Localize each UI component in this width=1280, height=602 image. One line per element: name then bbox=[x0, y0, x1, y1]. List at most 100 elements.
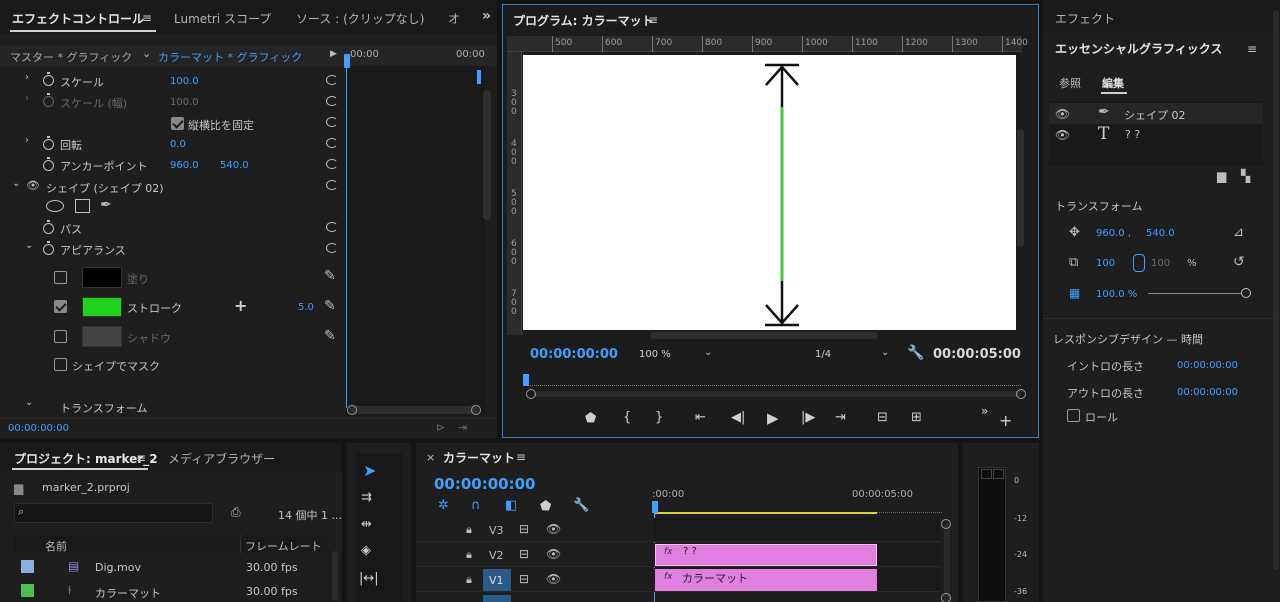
link-icon[interactable] bbox=[1133, 254, 1145, 272]
mini-timeline-area[interactable] bbox=[345, 66, 485, 416]
tab-overflow[interactable]: オ bbox=[448, 10, 460, 27]
menu-icon[interactable]: ≡ bbox=[136, 452, 146, 464]
stopwatch-icon[interactable] bbox=[43, 157, 54, 171]
source-patch-v0[interactable] bbox=[483, 595, 511, 602]
stopwatch-icon[interactable] bbox=[43, 241, 54, 255]
menu-icon[interactable]: ≡ bbox=[648, 14, 658, 26]
tab-browse[interactable]: 参照 bbox=[1059, 75, 1081, 91]
menu-icon[interactable]: ≡ bbox=[142, 12, 152, 24]
expand-arrow-icon[interactable]: › bbox=[25, 93, 29, 104]
stroke-width-value[interactable]: 5.0 bbox=[298, 302, 314, 313]
master-label[interactable]: マスター * グラフィック bbox=[10, 49, 132, 65]
program-timebar[interactable] bbox=[527, 378, 1021, 386]
tab-edit[interactable]: 編集 bbox=[1102, 75, 1124, 91]
new-layer-icon[interactable]: ▚ bbox=[1241, 169, 1250, 183]
eyedropper-icon[interactable]: ✎ bbox=[324, 268, 336, 284]
play-triangle-icon[interactable]: ▶ bbox=[330, 49, 337, 59]
column-fps[interactable]: フレームレート bbox=[245, 538, 322, 554]
filter-icon[interactable]: ⊳ bbox=[436, 421, 445, 434]
settings-wrench-icon[interactable]: 🔧 bbox=[573, 498, 589, 514]
more-controls-icon[interactable]: » bbox=[981, 403, 988, 419]
collapse-arrow-icon[interactable]: ⌄ bbox=[25, 397, 33, 408]
new-bin-icon[interactable]: ⎙ bbox=[231, 505, 241, 520]
tab-effects[interactable]: エフェクト bbox=[1055, 10, 1115, 27]
uniform-scale-checkbox[interactable] bbox=[171, 117, 184, 130]
rectangle-tool-icon[interactable] bbox=[75, 199, 90, 213]
chevron-down-icon[interactable]: ⌄ bbox=[704, 347, 712, 358]
chevron-down-icon[interactable]: ⌄ bbox=[881, 347, 889, 358]
rotate-icon[interactable]: ↺ bbox=[1233, 254, 1245, 270]
extract-icon[interactable]: ⊞ bbox=[911, 410, 922, 426]
export-icon[interactable]: ⇥ bbox=[458, 421, 467, 434]
stopwatch-icon[interactable] bbox=[43, 136, 54, 150]
add-marker-icon[interactable]: ⬟ bbox=[540, 499, 551, 515]
program-playhead[interactable] bbox=[523, 374, 529, 386]
scale-width-value[interactable]: 100 bbox=[1151, 258, 1170, 269]
mini-playhead-head[interactable] bbox=[344, 54, 350, 68]
shadow-swatch[interactable] bbox=[82, 326, 122, 347]
layer-shape-label[interactable]: シェイプ 02 bbox=[1124, 107, 1186, 123]
tab-media-browser[interactable]: メディアブラウザー bbox=[168, 450, 275, 467]
position-y-value[interactable]: 540.0 bbox=[1146, 228, 1175, 239]
collapse-arrow-icon[interactable]: ⌄ bbox=[12, 178, 20, 189]
opacity-value[interactable]: 100.0 % bbox=[1096, 289, 1137, 300]
clip-label[interactable]: カラーマット * グラフィック bbox=[158, 49, 302, 65]
scroll-handle-bottom[interactable] bbox=[941, 593, 951, 602]
roll-checkbox[interactable] bbox=[1067, 409, 1080, 422]
sync-lock-icon[interactable]: ⊟ bbox=[519, 572, 529, 586]
work-area-bar[interactable] bbox=[654, 512, 877, 514]
selection-tool-icon[interactable]: ➤ bbox=[363, 463, 376, 479]
fill-swatch[interactable] bbox=[82, 267, 122, 288]
anchor-x-value[interactable]: 960.0 bbox=[170, 160, 199, 171]
project-search-input[interactable] bbox=[14, 503, 213, 523]
zoom-select[interactable]: 100 % bbox=[639, 349, 671, 360]
lift-icon[interactable]: ⊟ bbox=[877, 410, 888, 426]
menu-icon[interactable]: ≡ bbox=[1247, 43, 1257, 55]
program-timecode[interactable]: 00:00:00:00 bbox=[530, 347, 618, 362]
sync-lock-icon[interactable]: ⊟ bbox=[519, 522, 529, 536]
eyedropper-icon[interactable]: ✎ bbox=[324, 298, 336, 314]
step-forward-icon[interactable]: |▶ bbox=[801, 410, 815, 426]
scroll-handle-right[interactable] bbox=[1016, 389, 1026, 399]
eye-icon[interactable]: 👁 bbox=[1055, 107, 1070, 121]
lock-icon[interactable]: 🔒︎ bbox=[466, 573, 472, 587]
layer-text-label[interactable]: ? ? bbox=[1125, 128, 1140, 141]
position-x-value[interactable]: 960.0 , bbox=[1096, 228, 1131, 239]
collapse-arrow-icon[interactable]: ⌄ bbox=[25, 240, 33, 251]
go-to-in-icon[interactable]: ⇤ bbox=[695, 410, 706, 426]
nest-toggle-icon[interactable]: ✲ bbox=[438, 498, 449, 514]
opacity-slider-thumb[interactable] bbox=[1241, 288, 1251, 298]
eye-icon[interactable]: 👁 bbox=[26, 179, 40, 192]
add-button-icon[interactable]: + bbox=[999, 413, 1012, 429]
opacity-slider-track[interactable] bbox=[1148, 293, 1246, 294]
intro-value[interactable]: 00:00:00:00 bbox=[1177, 360, 1238, 371]
expand-arrow-icon[interactable]: › bbox=[25, 135, 29, 146]
reset-icon[interactable] bbox=[326, 138, 338, 148]
ellipse-tool-icon[interactable] bbox=[46, 200, 64, 212]
reset-icon[interactable] bbox=[326, 159, 338, 169]
program-canvas[interactable] bbox=[523, 55, 1016, 330]
add-marker-icon[interactable]: ⬟ bbox=[585, 411, 596, 427]
chevron-down-icon[interactable]: ⌄ bbox=[142, 47, 151, 60]
reset-icon[interactable] bbox=[326, 222, 338, 232]
program-hscroll[interactable] bbox=[650, 332, 878, 339]
snap-icon[interactable]: ∩ bbox=[471, 498, 481, 514]
stopwatch-icon[interactable] bbox=[43, 220, 54, 234]
razor-tool-icon[interactable]: ◈ bbox=[361, 543, 371, 559]
eye-icon[interactable]: 👁 bbox=[546, 572, 561, 586]
go-to-out-icon[interactable]: ⇥ bbox=[835, 410, 846, 426]
pen-tool-icon[interactable]: ✒ bbox=[100, 197, 112, 213]
mask-checkbox[interactable] bbox=[54, 358, 67, 371]
lock-icon[interactable]: 🔒︎ bbox=[466, 548, 472, 562]
menu-icon[interactable]: ≡ bbox=[516, 451, 526, 463]
track-lane-v3[interactable] bbox=[654, 518, 940, 542]
effect-controls-scrollbar[interactable] bbox=[483, 90, 491, 220]
linked-selection-icon[interactable]: ◧ bbox=[505, 498, 517, 514]
scroll-handle-left[interactable] bbox=[526, 389, 536, 399]
column-divider[interactable] bbox=[240, 535, 241, 553]
mark-in-icon[interactable]: { bbox=[623, 410, 631, 426]
stroke-swatch[interactable] bbox=[82, 297, 122, 317]
scroll-handle-right[interactable] bbox=[471, 405, 481, 415]
rotation-value[interactable]: 0.0 bbox=[170, 139, 186, 150]
scale-value[interactable]: 100.0 bbox=[170, 76, 199, 87]
